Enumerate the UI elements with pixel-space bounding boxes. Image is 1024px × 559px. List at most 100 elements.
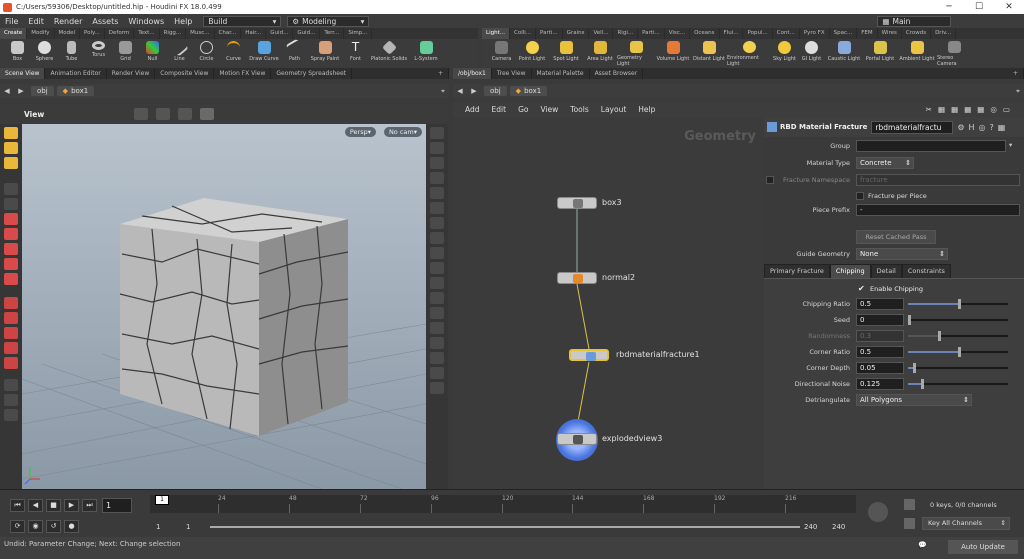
camera-tool[interactable]: Camera <box>488 39 515 67</box>
key-all-channels-dropdown[interactable]: Key All Channels ⇕ <box>922 517 1010 530</box>
group-field[interactable] <box>856 140 1006 152</box>
magnet-icon[interactable] <box>4 327 18 339</box>
param-value-field[interactable]: 0.05 <box>856 362 904 374</box>
shelf-tab[interactable]: Rigg... <box>160 28 187 39</box>
platonic-solids-tool[interactable]: Platonic Solids <box>369 39 409 67</box>
menu-assets[interactable]: Assets <box>87 17 123 26</box>
template-icon[interactable] <box>430 337 444 349</box>
current-frame-field[interactable]: 1 <box>102 498 132 513</box>
minimize-icon[interactable]: ─ <box>934 2 964 12</box>
tab-composite-view[interactable]: Composite View <box>155 68 215 79</box>
range-slider[interactable] <box>210 526 800 528</box>
back-arrow-icon[interactable]: ◀ <box>453 87 467 95</box>
playback-start[interactable]: 1 <box>186 523 190 531</box>
forward-arrow-icon[interactable]: ▶ <box>14 87 28 95</box>
param-value-field[interactable]: 0.3 <box>856 330 904 342</box>
area-light-tool[interactable]: Area Light <box>583 39 617 67</box>
shelf-tab[interactable]: Popul... <box>743 28 773 39</box>
uv-icon[interactable] <box>430 217 444 229</box>
l-system-tool[interactable]: L-System <box>409 39 443 67</box>
shelf-tab[interactable]: Grains <box>563 28 590 39</box>
snapshot-icon[interactable] <box>4 409 18 421</box>
playback-end[interactable]: 240 <box>804 523 817 531</box>
shelf-tab[interactable]: Simp... <box>344 28 373 39</box>
back-arrow-icon[interactable]: ◀ <box>0 87 14 95</box>
shelf-tab[interactable]: Musc... <box>186 28 215 39</box>
shelf-tab[interactable]: Visc... <box>665 28 691 39</box>
fracture-per-piece-checkbox[interactable] <box>856 192 864 200</box>
shading-icon[interactable] <box>430 157 444 169</box>
camera-menu[interactable]: No cam▾ <box>383 127 422 137</box>
shelf-tab[interactable]: Parti... <box>536 28 563 39</box>
maximize-icon[interactable]: ☐ <box>964 2 994 12</box>
guide-icon[interactable] <box>430 277 444 289</box>
forward-arrow-icon[interactable]: ▶ <box>467 87 481 95</box>
check-icon[interactable]: ✔ <box>858 284 865 293</box>
primitive-icon[interactable] <box>430 292 444 304</box>
magnet-icon[interactable] <box>4 357 18 369</box>
node-normal2[interactable] <box>557 272 597 284</box>
lock-icon[interactable] <box>4 198 18 210</box>
go-to-end-icon[interactable]: ⏭ <box>82 499 97 512</box>
menu-file[interactable]: File <box>0 17 23 26</box>
caustic-light-tool[interactable]: Caustic Light <box>825 39 863 67</box>
shelf-tab[interactable]: Rigi... <box>613 28 639 39</box>
param-value-field[interactable]: 0.5 <box>856 298 904 310</box>
shelf-tab[interactable]: Crowds <box>902 28 932 39</box>
shelf-tab[interactable]: FEM <box>857 28 878 39</box>
menu-windows[interactable]: Windows <box>123 17 169 26</box>
frame-marker[interactable]: 1 <box>155 495 169 505</box>
magnet-icon[interactable] <box>4 297 18 309</box>
shelf-tab[interactable]: Text... <box>134 28 160 39</box>
environment-light-tool[interactable]: Environment Light <box>727 39 771 67</box>
menu-edit[interactable]: Edit <box>23 17 49 26</box>
display-icon[interactable] <box>430 127 444 139</box>
menu-add[interactable]: Add <box>453 105 486 114</box>
chat-icon[interactable]: 💬 <box>918 541 927 549</box>
param-slider-handle[interactable] <box>958 299 961 309</box>
loop-icon[interactable]: ↺ <box>46 520 61 533</box>
play-forward-icon[interactable]: ▶ <box>64 499 79 512</box>
parm-header-tools-icon[interactable]: ⚙H◎?▦ <box>957 123 1009 132</box>
node-explodedview3[interactable] <box>557 433 597 445</box>
geometry-select-icon[interactable] <box>200 108 215 120</box>
edge-icon[interactable] <box>430 307 444 319</box>
shelf-tab[interactable]: Vell... <box>589 28 614 39</box>
node-name-field[interactable]: rbdmaterialfractu <box>871 120 954 134</box>
scene-viewport[interactable]: Persp▾ No cam▾ <box>22 124 426 489</box>
guide-geometry-dropdown[interactable]: None ⇕ <box>856 248 948 260</box>
tab-primary-fracture[interactable]: Primary Fracture <box>764 264 830 279</box>
tab-tree-view[interactable]: Tree View <box>492 68 532 79</box>
menu-tools[interactable]: Tools <box>564 105 594 114</box>
tab-motion-fx-view[interactable]: Motion FX View <box>214 68 272 79</box>
move-icon[interactable] <box>4 228 18 240</box>
tab-geometry-spreadsheet[interactable]: Geometry Spreadsheet <box>271 68 352 79</box>
light-bulb-icon[interactable] <box>430 382 444 394</box>
null-tool[interactable]: Null <box>139 39 166 67</box>
numbers-icon[interactable] <box>430 262 444 274</box>
shelf-tab[interactable]: Terr... <box>320 28 345 39</box>
menu-help[interactable]: Help <box>632 105 661 114</box>
render-region-icon[interactable] <box>4 394 18 406</box>
shelf-tab[interactable]: Colli... <box>510 28 537 39</box>
transform-icon[interactable] <box>156 108 171 120</box>
shelf-tab[interactable]: Guid... <box>266 28 294 39</box>
wireframe-icon[interactable] <box>430 172 444 184</box>
path-obj[interactable]: obj <box>31 86 54 96</box>
handle-icon[interactable] <box>4 213 18 225</box>
tab-detail[interactable]: Detail <box>870 264 902 279</box>
snap-icon[interactable] <box>178 108 193 120</box>
distant-light-tool[interactable]: Distant Light <box>691 39 727 67</box>
select-mode-icon[interactable] <box>134 108 149 120</box>
menu-layout[interactable]: Layout <box>595 105 633 114</box>
param-value-field[interactable]: 0.125 <box>856 378 904 390</box>
param-slider-handle[interactable] <box>913 363 916 373</box>
shelf-tab[interactable]: Parti... <box>638 28 665 39</box>
shelf-tab[interactable]: Wires <box>878 28 902 39</box>
shelf-tab[interactable]: Modify <box>27 28 55 39</box>
node-box3[interactable] <box>557 197 597 209</box>
sphere-tool[interactable]: Sphere <box>31 39 58 67</box>
main-desktop-dropdown[interactable]: ▦ Main <box>877 15 952 27</box>
points-icon[interactable] <box>430 187 444 199</box>
path-obj[interactable]: obj <box>484 86 507 96</box>
